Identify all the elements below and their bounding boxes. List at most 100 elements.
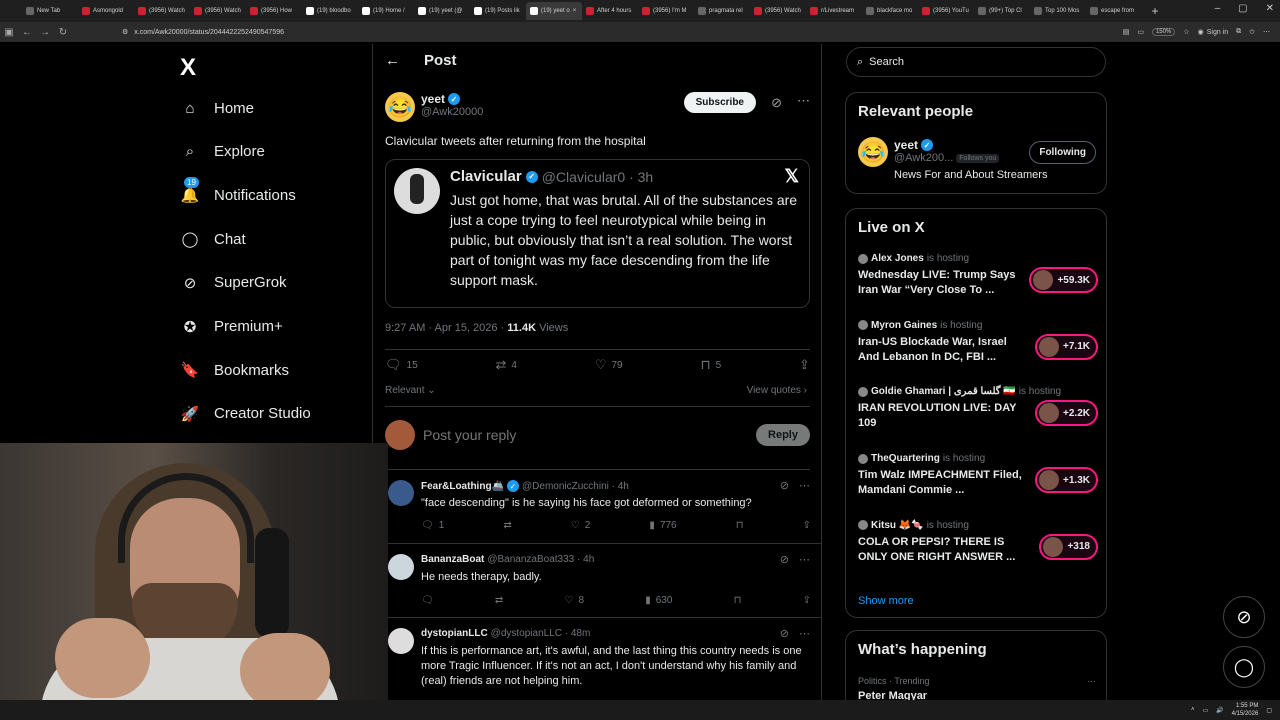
author-handle[interactable]: @Awk20000 xyxy=(421,106,483,118)
browser-tab[interactable]: (19) Posts lik xyxy=(470,2,526,20)
browser-tab[interactable]: (3956) I'm M xyxy=(638,2,694,20)
reply-input[interactable] xyxy=(423,427,749,443)
reply-author[interactable]: dystopianLLC xyxy=(421,628,488,639)
reply-avatar[interactable] xyxy=(388,554,414,580)
grok-icon[interactable]: ⊘ xyxy=(780,627,789,640)
browser-tab[interactable]: (3956) How xyxy=(246,2,302,20)
live-host-name[interactable]: Goldie Ghamari | گلسا قمری 🇮🇷 xyxy=(871,386,1016,397)
person-avatar[interactable]: 😂 xyxy=(858,137,888,167)
reply-action[interactable]: 🗨 1 xyxy=(421,520,444,531)
chevron-up-icon[interactable]: ˄ xyxy=(1191,707,1195,713)
more-icon[interactable]: ⋯ xyxy=(799,627,810,640)
reply-action[interactable]: 🗨 xyxy=(421,595,434,606)
grok-fab-button[interactable]: ⊘ xyxy=(1223,596,1265,638)
reply-author[interactable]: Fear&Loathing🚢 xyxy=(421,481,504,492)
zoom-indicator[interactable]: 150% xyxy=(1151,28,1176,36)
browser-tab[interactable]: (19) yeet (@ xyxy=(414,2,470,20)
nav-item-bookmarks[interactable]: 🔖 Bookmarks xyxy=(180,360,289,380)
live-item[interactable]: Kitsu 🦊🍬 is hosting COLA OR PEPSI? THERE I… xyxy=(858,520,1098,565)
screen-icon[interactable]: ▭ xyxy=(1137,28,1144,36)
more-icon[interactable]: ⋯ xyxy=(1087,676,1096,687)
nav-item-supergrok[interactable]: ⊘ SuperGrok xyxy=(180,273,287,293)
trend-item[interactable]: Politics · Trending ⋯ Peter Magyar xyxy=(858,676,1096,702)
maximize-icon[interactable]: ▢ xyxy=(1238,3,1247,14)
quote-author-name[interactable]: Clavicular xyxy=(450,168,522,185)
subscribe-button[interactable]: Subscribe xyxy=(683,92,756,113)
view-quotes-link[interactable]: View quotes › xyxy=(747,385,807,396)
repost-action[interactable]: ⇄ xyxy=(495,595,503,606)
back-arrow-icon[interactable]: ← xyxy=(385,52,400,69)
share-action[interactable]: ⇪ xyxy=(803,520,811,531)
back-icon[interactable]: ← xyxy=(18,27,36,38)
live-host-name[interactable]: Kitsu 🦊🍬 xyxy=(871,520,924,531)
more-icon[interactable]: ⋯ xyxy=(799,553,810,566)
browser-menu-icon[interactable]: ⋯ xyxy=(1263,28,1270,36)
live-item[interactable]: TheQuartering is hosting Tim Walz IMPEACHM… xyxy=(858,453,1098,498)
sign-in-button[interactable]: ◉ Sign in xyxy=(1198,28,1229,37)
x-logo[interactable]: X xyxy=(180,54,196,82)
browser-tab[interactable]: blackface mo xyxy=(862,2,918,20)
more-icon[interactable]: ⋯ xyxy=(799,479,810,492)
nav-item-home[interactable]: ⌂ Home xyxy=(180,98,254,118)
live-host-name[interactable]: Alex Jones xyxy=(871,253,924,264)
live-item[interactable]: Alex Jones is hosting Wednesday LIVE: Trum… xyxy=(858,253,1098,298)
browser-tab[interactable]: New Tab xyxy=(22,2,78,20)
quote-avatar[interactable] xyxy=(394,168,440,214)
bookmark-action[interactable]: ⊓ xyxy=(736,520,744,531)
notification-icon[interactable]: ▢ xyxy=(1266,707,1272,714)
forward-icon[interactable]: → xyxy=(36,27,54,38)
more-icon[interactable]: ⋯ xyxy=(797,93,810,109)
browser-tab[interactable]: (99+) Top Cl xyxy=(974,2,1030,20)
browser-tab[interactable]: pragmata rel xyxy=(694,2,750,20)
like-action[interactable]: ♡ 2 xyxy=(571,520,591,531)
search-input[interactable]: ⌕ Search xyxy=(846,47,1106,77)
browser-tab[interactable]: (3956) Watch xyxy=(750,2,806,20)
reply-action[interactable]: 🗨 15 xyxy=(385,357,418,373)
grok-icon[interactable]: ⊘ xyxy=(780,553,789,566)
site-info-icon[interactable]: ⚙ xyxy=(122,28,128,36)
live-item[interactable]: Myron Gaines is hosting Iran-US Blockade W… xyxy=(858,320,1098,365)
person-name[interactable]: yeet ✓ xyxy=(894,138,1047,152)
live-host-name[interactable]: Myron Gaines xyxy=(871,320,937,331)
browser-tab[interactable]: (19) bloodbo xyxy=(302,2,358,20)
browser-tab[interactable]: escape from xyxy=(1086,2,1142,20)
live-join-button[interactable]: +59.3K xyxy=(1029,267,1098,293)
views-action[interactable]: ▮ 776 xyxy=(649,520,676,531)
author-name[interactable]: yeet ✓ xyxy=(421,92,483,106)
nav-item-premium[interactable]: ✪ Premium+ xyxy=(180,317,283,337)
live-join-button[interactable]: +2.2K xyxy=(1035,400,1098,427)
like-action[interactable]: ♡ 79 xyxy=(595,357,623,373)
nav-item-explore[interactable]: ⌕ Explore xyxy=(180,142,265,162)
browser-tab[interactable]: Asmongold xyxy=(78,2,134,20)
minimize-icon[interactable]: – xyxy=(1215,3,1221,14)
grok-icon[interactable]: ⊘ xyxy=(780,479,789,492)
post-timestamp[interactable]: 9:27 AM · Apr 15, 2026 · xyxy=(385,322,507,334)
favorites-icon[interactable]: ✩ xyxy=(1249,28,1255,36)
share-action[interactable]: ⇪ xyxy=(799,357,810,373)
show-more-link[interactable]: Show more xyxy=(858,595,914,607)
tab-close-icon[interactable]: × xyxy=(573,8,577,14)
repost-action[interactable]: ⇄ xyxy=(503,520,511,531)
grok-icon[interactable]: ⊘ xyxy=(771,95,782,111)
share-action[interactable]: ⇪ xyxy=(803,595,811,606)
browser-tab[interactable]: (3956) YouTu xyxy=(918,2,974,20)
reply-author[interactable]: BananzaBoat xyxy=(421,554,484,565)
browser-tab[interactable]: (3956) Watch xyxy=(190,2,246,20)
browser-tab[interactable]: Top 100 Mos xyxy=(1030,2,1086,20)
sort-relevant-dropdown[interactable]: Relevant ⌄ xyxy=(385,385,436,396)
live-join-button[interactable]: +1.3K xyxy=(1035,467,1098,494)
nav-item-notifications[interactable]: 🔔 19 Notifications xyxy=(180,177,296,205)
quoted-post[interactable]: Clavicular ✓ @Clavicular0 · 3h 𝕏 Just go… xyxy=(385,159,810,308)
browser-tab[interactable]: (19) yeet o × xyxy=(526,2,582,20)
volume-icon[interactable]: 🔊 xyxy=(1216,707,1223,714)
live-join-button[interactable]: +7.1K xyxy=(1035,333,1098,360)
like-action[interactable]: ♡ 8 xyxy=(564,595,584,606)
following-button[interactable]: Following xyxy=(1029,141,1096,164)
sidebar-toggle-icon[interactable]: ▣ xyxy=(0,27,18,38)
favorite-star-icon[interactable]: ☆ xyxy=(1183,28,1189,36)
extensions-icon[interactable]: ⧉ xyxy=(1236,28,1241,36)
chat-fab-button[interactable]: ◯ xyxy=(1223,646,1265,688)
browser-tab[interactable]: r/Livestream xyxy=(806,2,862,20)
views-action[interactable]: ▮ 630 xyxy=(645,595,672,606)
bookmark-action[interactable]: ⊓ 5 xyxy=(700,357,721,373)
